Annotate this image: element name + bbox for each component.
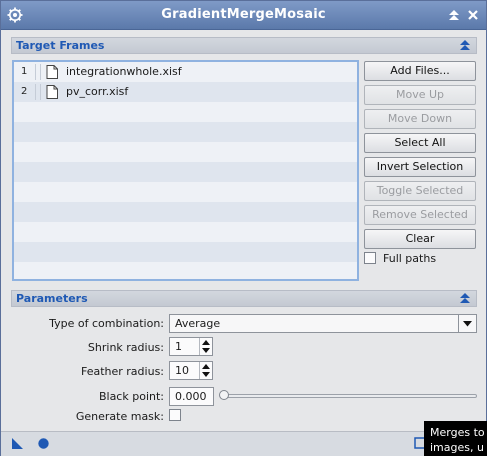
gradient-merge-mosaic-window: GradientMergeMosaic Target Frames 1 inte… [0, 0, 487, 456]
file-icon [46, 65, 58, 79]
full-paths-checkbox[interactable] [364, 252, 376, 264]
apply-global-icon[interactable] [37, 437, 50, 450]
type-of-combination-value: Average [175, 317, 221, 330]
empty-row [14, 102, 357, 122]
collapse-icon[interactable] [459, 293, 471, 304]
window-title: GradientMergeMosaic [161, 7, 326, 22]
add-files-button[interactable]: Add Files... [364, 61, 476, 81]
target-frames-title: Target Frames [16, 39, 105, 52]
move-up-button[interactable]: Move Up [364, 85, 476, 105]
parameters-header[interactable]: Parameters [11, 290, 477, 307]
black-point-label: Black point: [98, 390, 164, 403]
empty-row [14, 182, 357, 202]
empty-row [14, 262, 357, 279]
black-point-slider-handle[interactable] [219, 390, 229, 400]
black-point-input[interactable]: 0.000 [169, 387, 214, 406]
toggle-selected-button[interactable]: Toggle Selected [364, 181, 476, 201]
tooltip-line-2: images, u [430, 441, 484, 454]
black-point-slider[interactable] [220, 394, 477, 398]
up-down-arrows-icon [202, 364, 210, 377]
generate-mask-label: Generate mask: [75, 410, 164, 423]
shade-icon[interactable] [447, 8, 461, 22]
new-instance-icon[interactable] [11, 437, 24, 450]
spin-arrows[interactable] [199, 362, 212, 379]
shrink-radius-value: 1 [175, 340, 182, 353]
move-down-button[interactable]: Move Down [364, 109, 476, 129]
remove-selected-button[interactable]: Remove Selected [364, 205, 476, 225]
title-bar[interactable]: GradientMergeMosaic [1, 1, 486, 30]
invert-selection-button[interactable]: Invert Selection [364, 157, 476, 177]
parameters-title: Parameters [16, 292, 88, 305]
type-of-combination-label: Type of combination: [49, 317, 164, 330]
target-frames-header[interactable]: Target Frames [11, 37, 477, 54]
list-item[interactable]: 2 pv_corr.xisf [14, 82, 357, 102]
file-name: integrationwhole.xisf [66, 65, 182, 78]
up-down-arrows-icon [202, 340, 210, 353]
tooltip: Merges to images, u [424, 421, 487, 456]
feather-radius-spinbox[interactable]: 10 [169, 361, 213, 380]
black-point-value: 0.000 [175, 390, 207, 403]
shrink-radius-spinbox[interactable]: 1 [169, 337, 213, 356]
file-index: 2 [21, 86, 28, 97]
bottom-toolbar [1, 431, 486, 456]
target-frames-list[interactable]: 1 integrationwhole.xisf 2 pv_corr.xisf [12, 60, 359, 281]
file-icon [46, 85, 58, 99]
feather-radius-value: 10 [175, 364, 189, 377]
file-index: 1 [21, 66, 28, 77]
chevron-down-icon [463, 321, 472, 327]
list-item[interactable]: 1 integrationwhole.xisf [14, 62, 357, 82]
feather-radius-label: Feather radius: [80, 365, 164, 378]
full-paths-label: Full paths [383, 252, 437, 265]
empty-row [14, 142, 357, 162]
spin-arrows[interactable] [199, 338, 212, 355]
empty-row [14, 122, 357, 142]
empty-row [14, 202, 357, 222]
shrink-radius-label: Shrink radius: [87, 341, 164, 354]
type-of-combination-select[interactable]: Average [169, 314, 477, 333]
collapse-icon[interactable] [459, 40, 471, 51]
generate-mask-checkbox[interactable] [169, 409, 181, 421]
file-name: pv_corr.xisf [66, 85, 129, 98]
empty-row [14, 162, 357, 182]
close-icon[interactable] [466, 8, 480, 22]
clear-button[interactable]: Clear [364, 229, 476, 249]
dropdown-arrow[interactable] [458, 315, 476, 332]
empty-row [14, 242, 357, 262]
empty-row [14, 222, 357, 242]
tooltip-line-1: Merges to [430, 426, 485, 439]
select-all-button[interactable]: Select All [364, 133, 476, 153]
